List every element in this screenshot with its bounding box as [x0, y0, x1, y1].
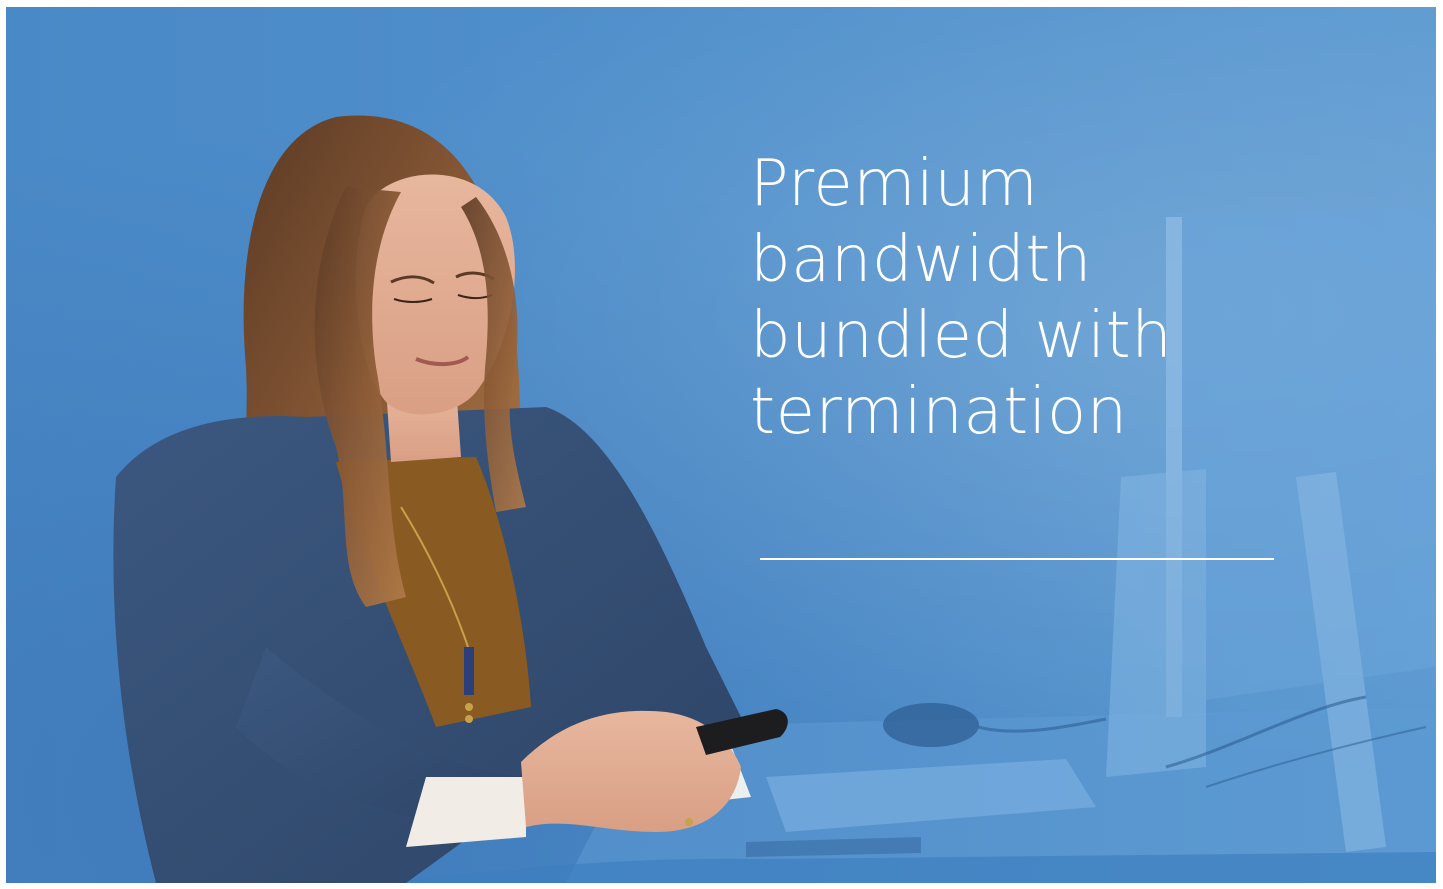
headline-line-4: termination [750, 375, 1128, 449]
headline-line-3: bundled with [750, 299, 1173, 373]
headline: Premium bandwidth bundled with terminati… [750, 146, 1310, 450]
headline-line-2: bandwidth [750, 223, 1092, 297]
headline-line-1: Premium [750, 147, 1039, 221]
hero-banner: Premium bandwidth bundled with terminati… [6, 7, 1436, 883]
headline-divider [760, 558, 1274, 560]
